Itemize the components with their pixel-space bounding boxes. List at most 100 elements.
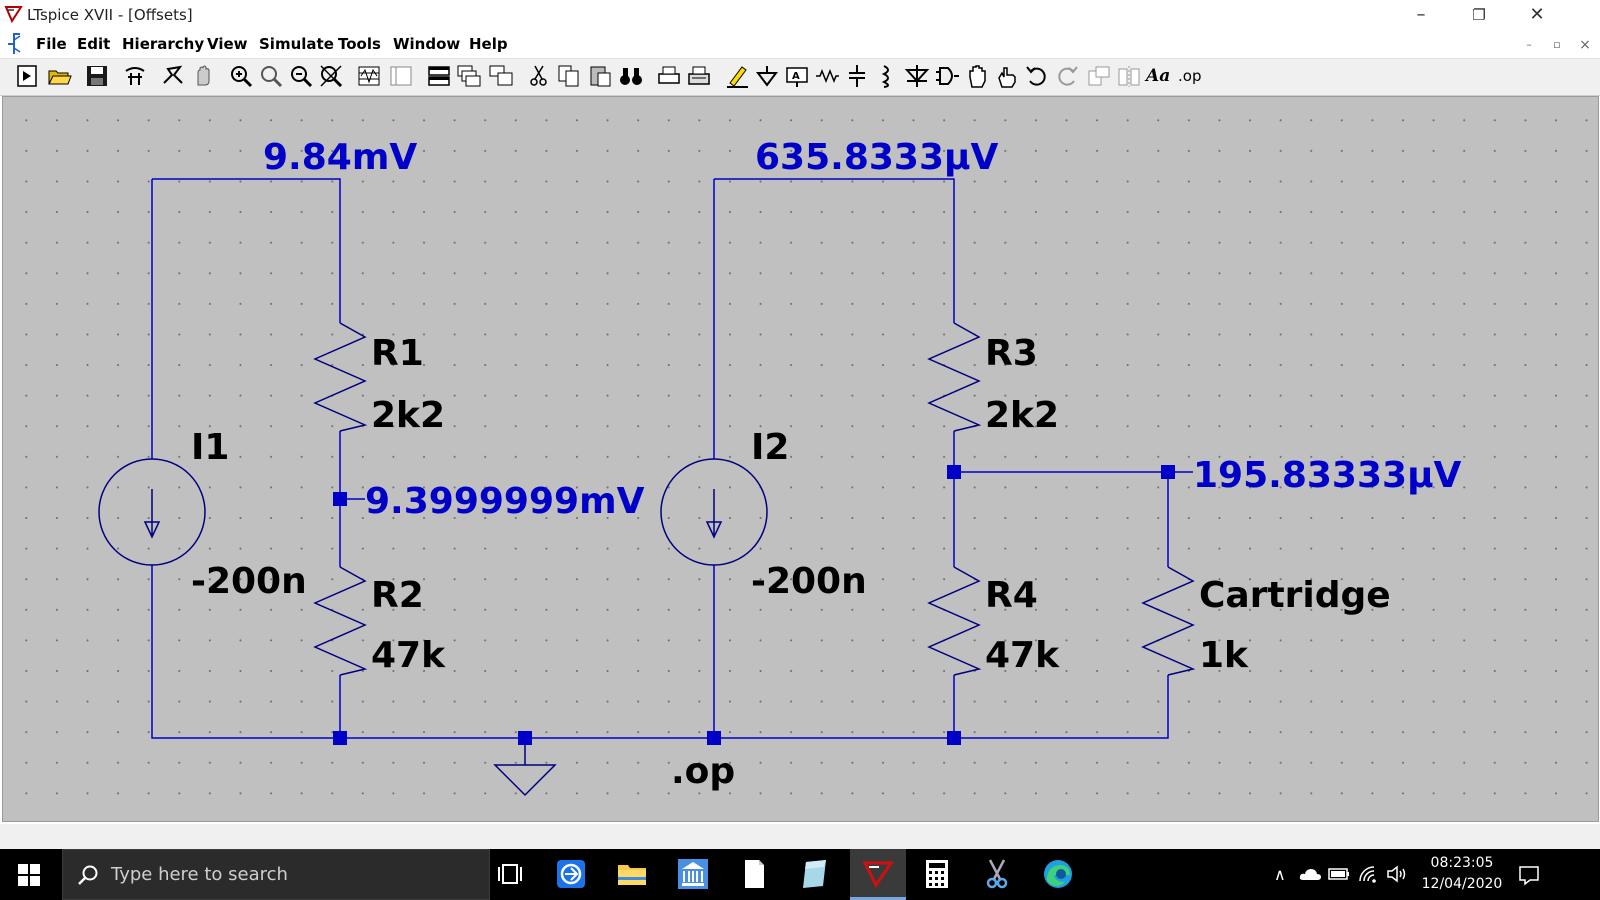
spice-directive-op[interactable]: .op bbox=[671, 751, 735, 792]
mdi-minimize-button[interactable]: – bbox=[1518, 36, 1540, 54]
schematic-document-icon[interactable] bbox=[6, 32, 26, 56]
ground-symbol bbox=[493, 738, 557, 797]
print-icon[interactable] bbox=[686, 63, 712, 89]
ltspice-app-icon bbox=[4, 5, 23, 24]
menu-window[interactable]: Window bbox=[393, 35, 460, 53]
label-r2-name: R2 bbox=[371, 575, 424, 616]
teamviewer-icon[interactable] bbox=[554, 857, 588, 891]
tile-horizontal-icon[interactable] bbox=[426, 63, 452, 89]
halt-icon[interactable] bbox=[190, 63, 216, 89]
taskbar: Type here to search ∧ 08:23:05 12/04/202… bbox=[0, 849, 1600, 900]
label-net-icon[interactable]: A bbox=[784, 63, 810, 89]
junction-dot bbox=[947, 465, 961, 479]
mirror-icon[interactable] bbox=[1116, 63, 1142, 89]
redo-icon[interactable] bbox=[1054, 63, 1080, 89]
node-voltage-right-top: 635.8333μV bbox=[755, 137, 999, 178]
clock-time: 08:23:05 bbox=[1430, 855, 1494, 871]
source-arrow-i1 bbox=[143, 489, 161, 539]
find-icon[interactable] bbox=[618, 63, 644, 89]
ground-icon[interactable] bbox=[754, 63, 780, 89]
bank-icon[interactable] bbox=[676, 857, 710, 891]
title-bar: LTspice XVII - [Offsets] – ❐ ✕ bbox=[0, 0, 1600, 30]
menu-simulate[interactable]: Simulate bbox=[259, 35, 334, 53]
print-setup-icon[interactable] bbox=[656, 63, 682, 89]
text-icon[interactable]: Aa bbox=[1146, 63, 1172, 89]
windows-start-icon[interactable] bbox=[18, 864, 40, 886]
inductor-icon[interactable] bbox=[874, 63, 900, 89]
wire-icon[interactable] bbox=[724, 63, 750, 89]
menu-view[interactable]: View bbox=[207, 35, 248, 53]
taskbar-search-box[interactable]: Type here to search bbox=[62, 849, 490, 900]
minimize-button[interactable]: – bbox=[1398, 0, 1444, 30]
menu-file[interactable]: File bbox=[36, 35, 67, 53]
label-r4-value: 47k bbox=[985, 635, 1060, 676]
cascade-icon[interactable] bbox=[456, 63, 482, 89]
node-voltage-left-mid: 9.3999999mV bbox=[365, 481, 645, 522]
rotate-icon[interactable] bbox=[1086, 63, 1112, 89]
drag-icon[interactable] bbox=[994, 63, 1020, 89]
undo-icon[interactable] bbox=[1024, 63, 1050, 89]
open-icon[interactable] bbox=[46, 63, 72, 89]
diode-icon[interactable] bbox=[904, 63, 930, 89]
cut-icon[interactable] bbox=[526, 63, 552, 89]
label-r2-value: 47k bbox=[371, 635, 446, 676]
clock-date: 12/04/2020 bbox=[1421, 876, 1503, 892]
snipping-tool-icon[interactable] bbox=[980, 857, 1014, 891]
zoom-in-icon[interactable] bbox=[228, 63, 254, 89]
junction-dot bbox=[1161, 465, 1175, 479]
notepad-icon[interactable] bbox=[737, 857, 771, 891]
zoom-full-icon[interactable] bbox=[258, 63, 284, 89]
status-bar bbox=[0, 824, 1600, 849]
restore-button[interactable]: ❐ bbox=[1456, 0, 1502, 30]
battery-icon[interactable] bbox=[1328, 867, 1350, 881]
component-icon[interactable] bbox=[934, 63, 960, 89]
notes-app-icon[interactable] bbox=[798, 857, 832, 891]
run-icon[interactable] bbox=[160, 63, 186, 89]
task-view-icon[interactable] bbox=[494, 857, 528, 891]
onedrive-icon[interactable] bbox=[1298, 865, 1322, 883]
save-icon[interactable] bbox=[84, 63, 110, 89]
mdi-close-button[interactable]: × bbox=[1574, 36, 1596, 54]
mdi-restore-button[interactable]: ▫ bbox=[1546, 36, 1568, 54]
wifi-icon[interactable] bbox=[1358, 865, 1380, 883]
edge-browser-icon[interactable] bbox=[1041, 857, 1075, 891]
notifications-icon[interactable] bbox=[1518, 864, 1540, 886]
zoom-out-icon[interactable] bbox=[288, 63, 314, 89]
schematic-canvas[interactable]: 9.84mV 9.3999999mV 635.8333μV 195.83333μ… bbox=[2, 96, 1599, 822]
volume-icon[interactable] bbox=[1386, 865, 1410, 883]
menu-tools[interactable]: Tools bbox=[338, 35, 381, 53]
waveform-icon[interactable] bbox=[356, 63, 382, 89]
ltspice-taskbar-button[interactable] bbox=[850, 849, 906, 900]
copy-icon[interactable] bbox=[556, 63, 582, 89]
capacitor-icon[interactable] bbox=[844, 63, 870, 89]
node-voltage-right-mid: 195.83333μV bbox=[1193, 455, 1462, 496]
schematic-window: 9.84mV 9.3999999mV 635.8333μV 195.83333μ… bbox=[0, 96, 1600, 824]
label-r1-name: R1 bbox=[371, 333, 424, 374]
menu-bar: File Edit Hierarchy View Simulate Tools … bbox=[0, 30, 1600, 59]
resistor-icon[interactable] bbox=[814, 63, 840, 89]
junction-dot bbox=[333, 731, 347, 745]
paste-icon[interactable] bbox=[588, 63, 614, 89]
move-icon[interactable] bbox=[964, 63, 990, 89]
label-r3-name: R3 bbox=[985, 333, 1038, 374]
calculator-icon[interactable] bbox=[920, 857, 954, 891]
wire bbox=[714, 178, 955, 323]
close-button[interactable]: ✕ bbox=[1514, 0, 1560, 30]
clock[interactable]: 08:23:05 12/04/2020 bbox=[1420, 853, 1504, 897]
menu-help[interactable]: Help bbox=[469, 35, 508, 53]
autorange-icon[interactable] bbox=[388, 63, 414, 89]
file-explorer-icon[interactable] bbox=[615, 857, 649, 891]
search-icon bbox=[78, 865, 98, 885]
menu-hierarchy[interactable]: Hierarchy bbox=[122, 35, 204, 53]
new-schematic-icon[interactable] bbox=[14, 63, 40, 89]
tile-vertical-icon[interactable] bbox=[488, 63, 514, 89]
circuit-drawing[interactable]: 9.84mV 9.3999999mV 635.8333μV 195.83333μ… bbox=[3, 97, 1598, 821]
spice-directive-icon[interactable]: .op bbox=[1178, 63, 1204, 89]
label-cartridge-name: Cartridge bbox=[1199, 575, 1391, 616]
label-i2-value: -200n bbox=[751, 561, 867, 602]
tray-overflow-icon[interactable]: ∧ bbox=[1274, 865, 1286, 884]
control-panel-icon[interactable] bbox=[122, 63, 148, 89]
zoom-cancel-icon[interactable] bbox=[318, 63, 344, 89]
resistor-r4 bbox=[927, 566, 982, 676]
menu-edit[interactable]: Edit bbox=[77, 35, 110, 53]
